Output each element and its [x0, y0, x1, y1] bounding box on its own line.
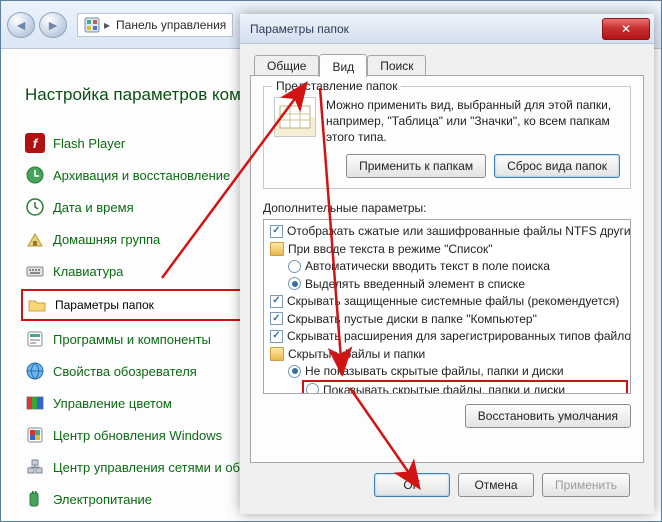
clock-icon	[25, 197, 45, 217]
radio-button[interactable]	[306, 383, 319, 394]
control-panel-item-label: Управление цветом	[53, 396, 172, 411]
apply-button[interactable]: Применить	[542, 473, 630, 497]
restore-defaults-button[interactable]: Восстановить умолчания	[465, 404, 631, 428]
nav-forward-button[interactable]: ►	[39, 12, 67, 38]
control-panel-item-label: Архивация и восстановление	[53, 168, 230, 183]
backup-icon	[25, 165, 45, 185]
tree-row-label: Выделять введенный элемент в списке	[305, 277, 525, 291]
tab-search[interactable]: Поиск	[367, 55, 426, 76]
internet-icon	[25, 361, 45, 381]
programs-icon	[25, 329, 45, 349]
breadcrumb-arrow-icon: ▸	[104, 18, 110, 32]
checkbox[interactable]	[270, 295, 283, 308]
nav-back-button[interactable]: ◄	[7, 12, 35, 38]
radio-button[interactable]	[288, 277, 301, 290]
representation-group: Представление папок Можно применить вид,…	[263, 86, 631, 189]
advanced-label: Дополнительные параметры:	[263, 201, 631, 215]
dialog-titlebar[interactable]: Параметры папок ✕	[240, 14, 654, 44]
checkbox[interactable]	[270, 330, 283, 343]
tree-row-label: Скрывать пустые диски в папке "Компьютер…	[287, 312, 537, 326]
reset-folder-view-button[interactable]: Сброс вида папок	[494, 154, 620, 178]
tree-row-label: Скрывать защищенные системные файлы (рек…	[287, 294, 619, 308]
flash-icon: f	[25, 133, 45, 153]
folder-icon	[270, 242, 284, 256]
control-panel-item-label: Программы и компоненты	[53, 332, 211, 347]
color-icon	[25, 393, 45, 413]
representation-legend: Представление папок	[272, 79, 401, 93]
close-icon: ✕	[621, 22, 631, 36]
tab-view[interactable]: Вид	[319, 54, 367, 77]
tree-row[interactable]: Скрывать расширения для зарегистрированн…	[266, 328, 628, 346]
tree-row-label: При вводе текста в режиме "Список"	[288, 242, 493, 256]
advanced-settings-tree[interactable]: Отображать сжатые или зашифрованные файл…	[263, 219, 631, 394]
tree-row[interactable]: Автоматически вводить текст в поле поиск…	[266, 258, 628, 276]
apply-to-folders-button[interactable]: Применить к папкам	[346, 154, 486, 178]
tree-row[interactable]: Отображать сжатые или зашифрованные файл…	[266, 223, 628, 241]
update-icon	[25, 425, 45, 445]
control-panel-icon	[84, 17, 100, 33]
close-button[interactable]: ✕	[602, 18, 650, 40]
radio-button[interactable]	[288, 365, 301, 378]
control-panel-item-label: Клавиатура	[53, 264, 123, 279]
ok-button[interactable]: OK	[374, 473, 450, 497]
tree-row-label: Автоматически вводить текст в поле поиск…	[305, 259, 550, 273]
dialog-title: Параметры папок	[250, 22, 349, 36]
folder-icon	[270, 347, 284, 361]
power-icon	[25, 489, 45, 509]
tree-row[interactable]: Показывать скрытые файлы, папки и диски	[302, 380, 628, 394]
tree-row[interactable]: Не показывать скрытые файлы, папки и дис…	[266, 363, 628, 381]
cancel-button[interactable]: Отмена	[458, 473, 534, 497]
representation-text: Можно применить вид, выбранный для этой …	[326, 97, 620, 146]
tree-row[interactable]: Выделять введенный элемент в списке	[266, 275, 628, 293]
breadcrumb-label: Панель управления	[116, 18, 226, 32]
control-panel-item-label: Параметры папок	[55, 298, 154, 312]
keyboard-icon	[25, 261, 45, 281]
control-panel-item-label: Flash Player	[53, 136, 125, 151]
tab-general[interactable]: Общие	[254, 55, 319, 76]
tree-row[interactable]: Скрывать пустые диски в папке "Компьютер…	[266, 310, 628, 328]
tree-row-label: Скрытые файлы и папки	[288, 347, 425, 361]
tree-row-label: Не показывать скрытые файлы, папки и дис…	[305, 364, 564, 378]
radio-button[interactable]	[288, 260, 301, 273]
breadcrumb[interactable]: ▸ Панель управления	[77, 13, 233, 37]
control-panel-item-label: Электропитание	[53, 492, 152, 507]
tree-row-label: Скрывать расширения для зарегистрированн…	[287, 329, 631, 343]
control-panel-item-label: Свойства обозревателя	[53, 364, 197, 379]
tree-row[interactable]: Скрывать защищенные системные файлы (рек…	[266, 293, 628, 311]
tree-row[interactable]: Скрытые файлы и папки	[266, 345, 628, 363]
folder-icon	[27, 295, 47, 315]
tree-row-label: Отображать сжатые или зашифрованные файл…	[287, 224, 631, 238]
tree-row[interactable]: При вводе текста в режиме "Список"	[266, 240, 628, 258]
folder-view-icon	[274, 97, 316, 137]
homegroup-icon	[25, 229, 45, 249]
network-icon	[25, 457, 45, 477]
control-panel-item-label: Центр обновления Windows	[53, 428, 222, 443]
control-panel-item-label: Дата и время	[53, 200, 134, 215]
control-panel-item-label: Домашняя группа	[53, 232, 160, 247]
tree-row-label: Показывать скрытые файлы, папки и диски	[323, 383, 565, 394]
checkbox[interactable]	[270, 312, 283, 325]
checkbox[interactable]	[270, 225, 283, 238]
folder-options-dialog: Параметры папок ✕ Общие Вид Поиск Предст…	[240, 14, 654, 514]
